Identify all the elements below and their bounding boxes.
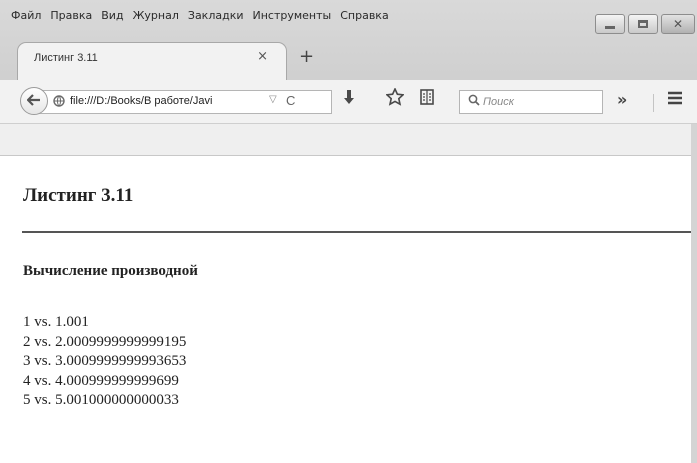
back-button[interactable] <box>20 87 48 115</box>
new-tab-button[interactable]: + <box>299 46 314 67</box>
url-text: file:///D:/Books/В работе/Javi <box>70 95 213 107</box>
menu-bar: Файл Правка Вид Журнал Закладки Инструме… <box>11 9 398 27</box>
tab-close-icon[interactable]: × <box>257 49 268 64</box>
toolbar-separator <box>653 94 654 112</box>
star-icon[interactable] <box>385 87 405 111</box>
search-input[interactable] <box>483 94 598 110</box>
globe-icon <box>53 95 65 110</box>
menu-help[interactable]: Справка <box>340 9 388 27</box>
page-subtitle: Вычисление производной <box>23 263 198 279</box>
output-line: 4 vs. 4.000999999999699 <box>23 372 179 389</box>
maximize-button[interactable] <box>628 14 658 34</box>
menu-edit[interactable]: Правка <box>50 9 92 27</box>
url-history-dropdown-icon[interactable]: ▽ <box>269 94 277 105</box>
menu-file[interactable]: Файл <box>11 9 41 27</box>
menu-history[interactable]: Журнал <box>133 9 179 27</box>
hamburger-menu-icon[interactable] <box>667 89 683 110</box>
menu-bookmarks[interactable]: Закладки <box>188 9 244 27</box>
menu-view[interactable]: Вид <box>101 9 123 27</box>
reload-icon[interactable]: C <box>286 93 295 108</box>
maximize-icon <box>638 20 648 28</box>
menu-tools[interactable]: Инструменты <box>253 9 332 27</box>
output-line: 3 vs. 3.0009999999993653 <box>23 353 187 369</box>
output-list: 1 vs. 1.001 2 vs. 2.0009999999999195 3 v… <box>23 313 186 411</box>
page-title: Листинг 3.11 <box>23 185 134 206</box>
title-bar: Файл Правка Вид Журнал Закладки Инструме… <box>0 0 697 84</box>
url-bar[interactable]: file:///D:/Books/В работе/Javi ▽ C <box>36 90 332 114</box>
download-icon[interactable] <box>343 89 355 110</box>
output-line: 5 vs. 5.001000000000033 <box>23 392 179 408</box>
search-icon <box>468 94 480 110</box>
output-line: 1 vs. 1.001 <box>23 314 89 330</box>
reader-icon[interactable] <box>420 89 434 110</box>
close-icon: ✕ <box>672 17 684 31</box>
horizontal-rule <box>22 231 691 233</box>
window-controls: ✕ <box>595 14 695 34</box>
back-arrow-icon <box>26 92 41 110</box>
tab-title: Листинг 3.11 <box>34 52 98 64</box>
minimize-icon <box>605 25 615 29</box>
minimize-button[interactable] <box>595 14 625 34</box>
output-line: 2 vs. 2.0009999999999195 <box>23 333 187 350</box>
tab-active[interactable]: Листинг 3.11 × <box>17 42 287 80</box>
overflow-icon[interactable]: » <box>617 90 627 109</box>
close-window-button[interactable]: ✕ <box>661 14 695 34</box>
search-box <box>459 90 603 114</box>
page-content: Листинг 3.11 Вычисление производной 1 vs… <box>0 157 691 463</box>
window-right-edge <box>691 124 697 463</box>
navigation-bar: file:///D:/Books/В работе/Javi ▽ C » <box>0 80 697 124</box>
bookmarks-toolbar <box>0 124 697 156</box>
